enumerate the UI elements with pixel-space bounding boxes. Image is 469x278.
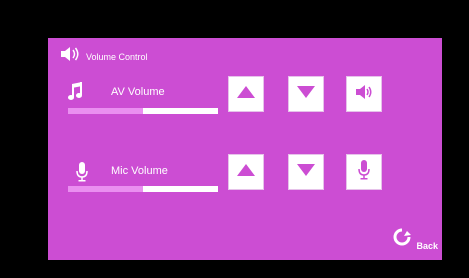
microphone-mute-icon	[358, 159, 370, 185]
volume-control-panel: Volume Control AV Volume Mic Volume Back	[48, 38, 442, 260]
page-title: Volume Control	[86, 51, 148, 62]
mic-volume-down-button[interactable]	[288, 154, 324, 190]
refresh-icon	[392, 227, 412, 252]
av-volume-bar[interactable]	[68, 108, 218, 114]
up-arrow-icon	[237, 163, 255, 181]
mic-mute-button[interactable]	[346, 154, 382, 190]
av-mute-button[interactable]	[346, 76, 382, 112]
av-volume-label: AV Volume	[111, 86, 165, 98]
microphone-icon	[76, 162, 88, 187]
mic-volume-level	[68, 186, 143, 192]
av-volume-down-button[interactable]	[288, 76, 324, 112]
down-arrow-icon	[297, 163, 315, 181]
up-arrow-icon	[237, 85, 255, 103]
down-arrow-icon	[297, 85, 315, 103]
speaker-icon	[60, 46, 82, 67]
back-label: Back	[416, 241, 438, 251]
av-volume-level	[68, 108, 143, 114]
mic-volume-up-button[interactable]	[228, 154, 264, 190]
back-button[interactable]: Back	[392, 227, 438, 252]
panel-header: Volume Control	[60, 46, 148, 67]
mic-volume-bar[interactable]	[68, 186, 218, 192]
music-note-icon	[68, 82, 84, 107]
av-volume-up-button[interactable]	[228, 76, 264, 112]
speaker-mute-icon	[355, 84, 373, 105]
mic-volume-label: Mic Volume	[111, 165, 168, 177]
